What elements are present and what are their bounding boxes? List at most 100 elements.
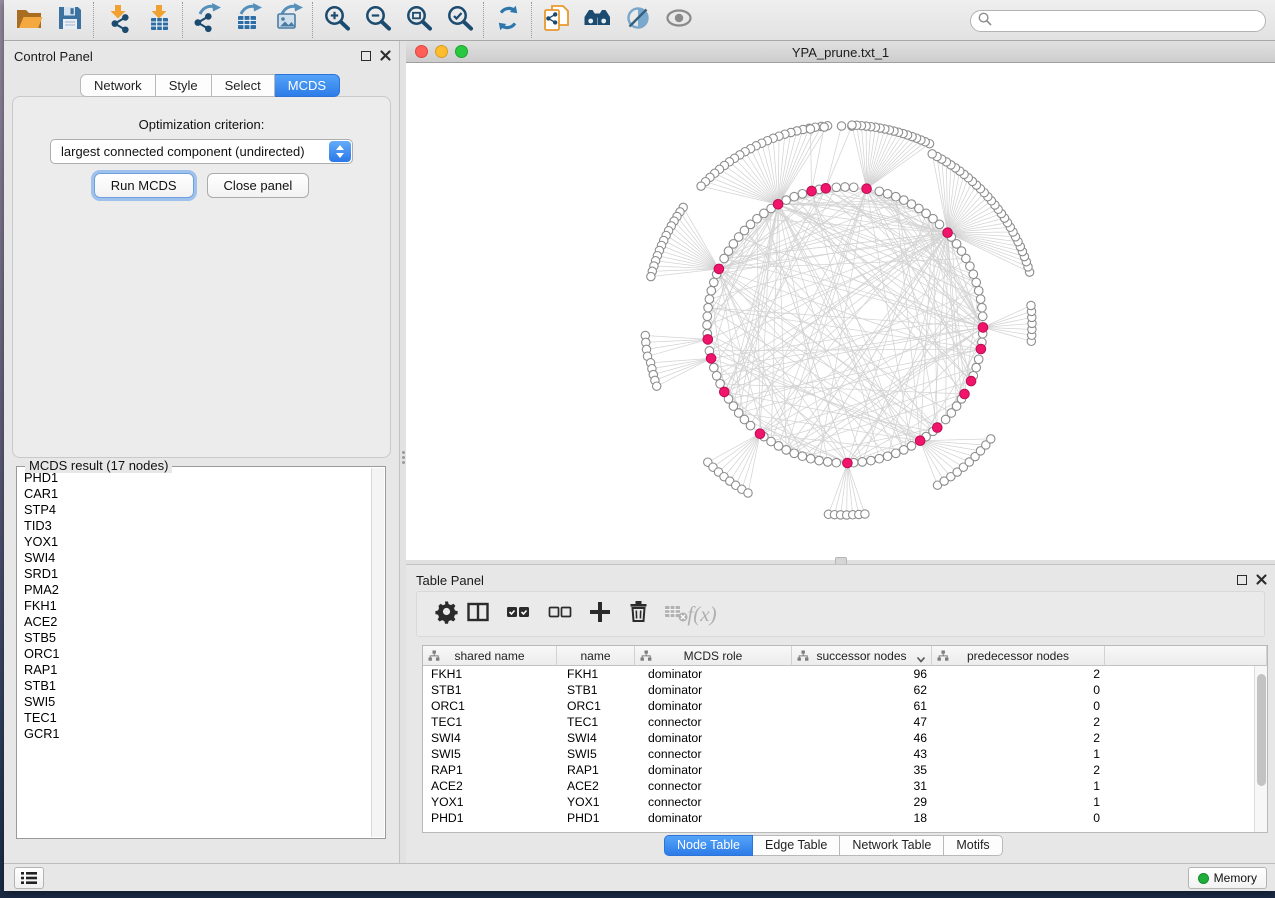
tab-node-table[interactable]: Node Table xyxy=(664,835,753,856)
task-history-button[interactable] xyxy=(14,867,44,889)
mcds-result-item[interactable]: TID3 xyxy=(18,518,371,534)
add-entry-button[interactable] xyxy=(585,594,615,634)
zoom-out-button[interactable] xyxy=(357,2,398,38)
float-table-panel-icon[interactable] xyxy=(1237,575,1247,585)
table-scrollbar-thumb[interactable] xyxy=(1257,674,1266,786)
table-row[interactable]: STB1STB1dominator620 xyxy=(423,682,1254,698)
network-window-title: YPA_prune.txt_1 xyxy=(406,45,1275,60)
toolbar-separator xyxy=(483,2,484,38)
save-session-icon xyxy=(55,3,85,38)
close-panel-button[interactable]: Close panel xyxy=(207,173,310,198)
zoom-in-button[interactable] xyxy=(316,2,357,38)
status-bar: Memory xyxy=(4,863,1275,891)
network-graph[interactable] xyxy=(406,63,1275,560)
search-input[interactable] xyxy=(997,14,1258,28)
mcds-result-item[interactable]: PMA2 xyxy=(18,582,371,598)
mcds-result-item[interactable]: PHD1 xyxy=(18,470,371,486)
export-table-button[interactable] xyxy=(227,2,268,38)
mcds-result-item[interactable]: STP4 xyxy=(18,502,371,518)
table-row[interactable]: ORC1ORC1dominator610 xyxy=(423,698,1254,714)
network-window-titlebar[interactable]: YPA_prune.txt_1 xyxy=(406,41,1275,63)
eye-button[interactable] xyxy=(658,2,699,38)
close-table-panel-icon[interactable] xyxy=(1256,574,1267,585)
column-header-predecessor-nodes[interactable]: predecessor nodes xyxy=(932,646,1105,666)
export-table-icon xyxy=(233,3,263,38)
zoom-fit-button[interactable] xyxy=(398,2,439,38)
mcds-result-item[interactable]: SWI5 xyxy=(18,694,371,710)
select-all-button[interactable] xyxy=(503,594,533,634)
tab-style[interactable]: Style xyxy=(156,74,212,97)
zoom-out-icon xyxy=(363,3,393,38)
mcds-result-item[interactable]: ACE2 xyxy=(18,614,371,630)
optimization-criterion-select[interactable]: largest connected component (undirected) xyxy=(50,139,353,164)
add-entry-icon xyxy=(588,600,612,629)
table-row[interactable]: ACE2ACE2connector311 xyxy=(423,778,1254,794)
hierarchy-icon xyxy=(428,650,440,665)
mcds-result-item[interactable]: YOX1 xyxy=(18,534,371,550)
network-canvas[interactable] xyxy=(406,63,1275,560)
memory-button[interactable]: Memory xyxy=(1188,867,1267,889)
result-scrollbar[interactable] xyxy=(371,468,384,837)
export-network-button[interactable] xyxy=(186,2,227,38)
export-network-icon xyxy=(192,3,222,38)
show-columns-icon xyxy=(466,600,490,629)
hide-details-button[interactable] xyxy=(617,2,658,38)
tab-network[interactable]: Network xyxy=(80,74,156,97)
mcds-result-item[interactable]: FKH1 xyxy=(18,598,371,614)
mcds-result-item[interactable]: STB5 xyxy=(18,630,371,646)
mcds-result-item[interactable]: RAP1 xyxy=(18,662,371,678)
tab-edge-table[interactable]: Edge Table xyxy=(753,835,840,856)
export-image-button[interactable] xyxy=(268,2,309,38)
show-columns-button[interactable] xyxy=(463,594,493,634)
toolbar-separator xyxy=(93,2,94,38)
table-row[interactable]: PHD1PHD1dominator180 xyxy=(423,810,1254,826)
delete-entry-button[interactable] xyxy=(623,594,653,634)
table-row[interactable]: SWI5SWI5connector431 xyxy=(423,746,1254,762)
table-settings-button[interactable] xyxy=(431,594,461,634)
table-panel-title: Table Panel xyxy=(416,573,484,588)
run-mcds-button[interactable]: Run MCDS xyxy=(94,173,194,198)
mcds-result-item[interactable]: STB1 xyxy=(18,678,371,694)
search-box[interactable] xyxy=(970,10,1266,32)
table-row[interactable]: RAP1RAP1dominator352 xyxy=(423,762,1254,778)
mcds-result-box: MCDS result (17 nodes) PHD1CAR1STP4TID3Y… xyxy=(16,466,386,839)
memory-status-icon xyxy=(1198,873,1209,884)
mcds-result-item[interactable]: SWI4 xyxy=(18,550,371,566)
table-row[interactable]: FKH1FKH1dominator962 xyxy=(423,666,1254,682)
save-session-button[interactable] xyxy=(49,2,90,38)
delete-table-icon xyxy=(664,601,688,628)
table-row[interactable]: YOX1YOX1connector291 xyxy=(423,794,1254,810)
deselect-all-button[interactable] xyxy=(545,594,575,634)
mcds-result-item[interactable]: TEC1 xyxy=(18,710,371,726)
refresh-button[interactable] xyxy=(487,2,528,38)
memory-label: Memory xyxy=(1214,871,1257,885)
deselect-all-icon xyxy=(548,600,572,629)
share-document-button[interactable] xyxy=(535,2,576,38)
import-network-button[interactable] xyxy=(97,2,138,38)
tab-motifs[interactable]: Motifs xyxy=(944,835,1002,856)
column-header-shared-name[interactable]: shared name xyxy=(423,646,557,666)
binoculars-button[interactable] xyxy=(576,2,617,38)
open-file-button[interactable] xyxy=(8,2,49,38)
float-panel-icon[interactable] xyxy=(361,51,371,61)
zoom-selected-icon xyxy=(445,3,475,38)
table-row[interactable]: SWI4SWI4dominator462 xyxy=(423,730,1254,746)
column-header-MCDS-role[interactable]: MCDS role xyxy=(635,646,792,666)
import-table-button[interactable] xyxy=(138,2,179,38)
tab-network-table[interactable]: Network Table xyxy=(840,835,944,856)
zoom-selected-button[interactable] xyxy=(439,2,480,38)
dropdown-stepper-icon xyxy=(329,141,351,162)
column-header-name[interactable]: name xyxy=(557,646,635,666)
table-row[interactable]: TEC1TEC1connector472 xyxy=(423,714,1254,730)
table-scrollbar[interactable] xyxy=(1254,666,1267,832)
tab-mcds[interactable]: MCDS xyxy=(275,74,340,97)
app-window: Control Panel NetworkStyleSelectMCDS Opt… xyxy=(4,0,1275,891)
list-icon xyxy=(20,871,38,885)
column-header-successor-nodes[interactable]: successor nodes xyxy=(792,646,932,666)
mcds-result-item[interactable]: GCR1 xyxy=(18,726,371,742)
mcds-result-item[interactable]: SRD1 xyxy=(18,566,371,582)
close-panel-icon[interactable] xyxy=(380,50,391,61)
tab-select[interactable]: Select xyxy=(212,74,275,97)
mcds-result-item[interactable]: CAR1 xyxy=(18,486,371,502)
mcds-result-item[interactable]: ORC1 xyxy=(18,646,371,662)
